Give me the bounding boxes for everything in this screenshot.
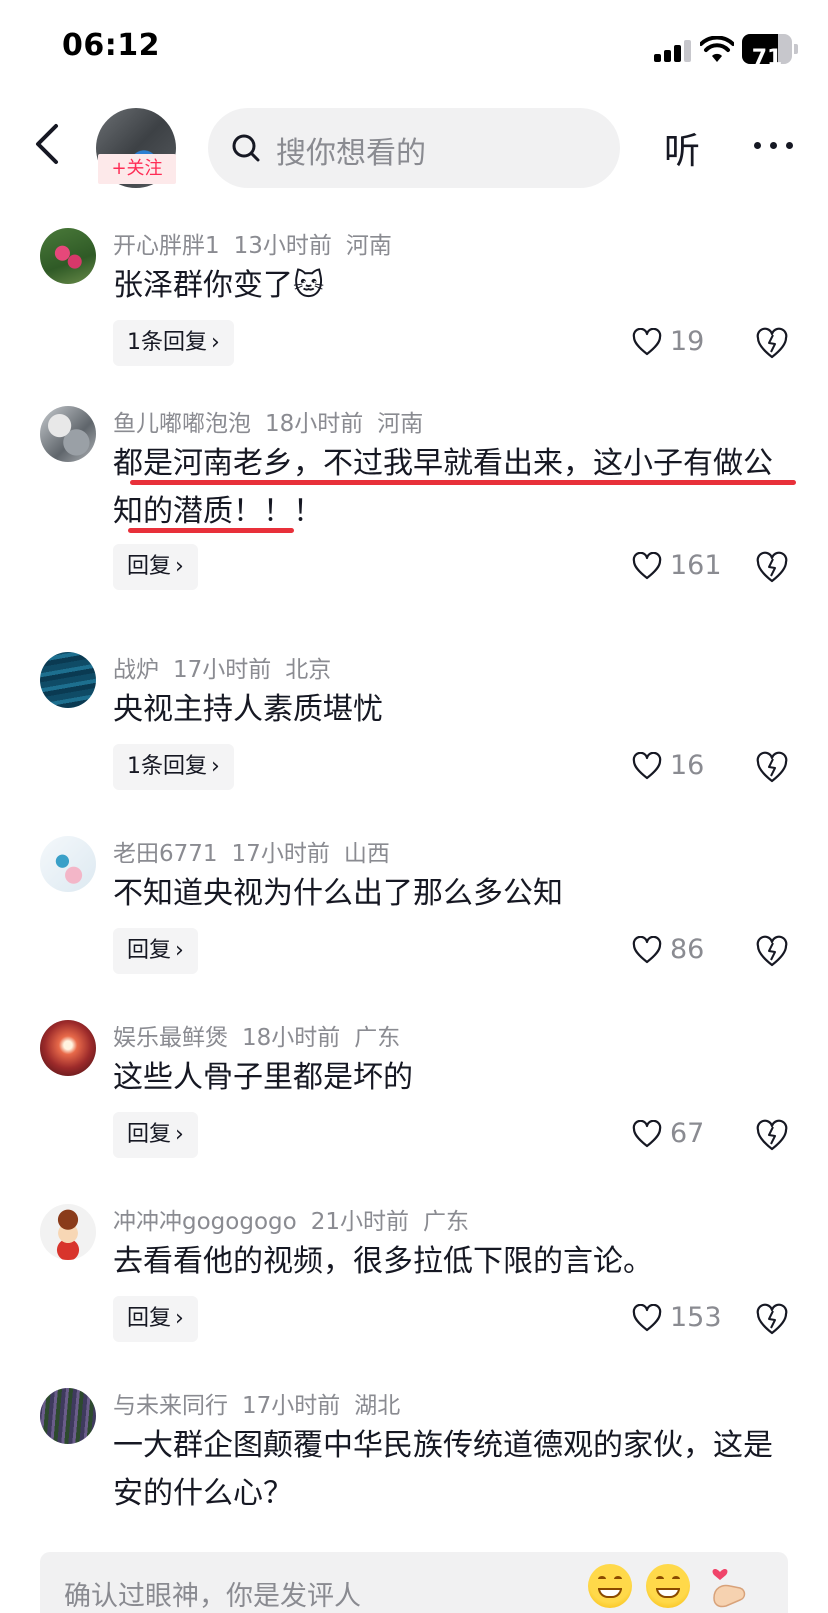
more-icon[interactable] [752, 128, 796, 164]
search-icon [232, 134, 260, 162]
user-avatar[interactable] [40, 1204, 96, 1260]
comment-time: 13小时前 [233, 233, 332, 259]
comment-text: 一大群企图颠覆中华民族传统道德观的家伙，这是安的什么心？ [113, 1428, 773, 1511]
chevron-right-icon: › [211, 754, 220, 779]
comment-location: 广东 [422, 1209, 469, 1235]
reply-label: 回复 [127, 1122, 172, 1147]
reply-button[interactable]: 回复 › [113, 1112, 198, 1158]
comment-text: 都是河南老乡，不过我早就看出来，这小子有做公知的潜质！！！ [113, 446, 773, 529]
comment-meta: 与未来同行 17小时前 湖北 [113, 1386, 414, 1420]
comment-text: 去看看他的视频，很多拉低下限的言论。 [113, 1244, 653, 1279]
like-count: 86 [670, 934, 705, 965]
comment-time: 17小时前 [173, 657, 272, 683]
comment-location: 河南 [377, 411, 424, 437]
wifi-icon [700, 36, 734, 62]
search-placeholder: 搜你想看的 [276, 136, 426, 171]
reply-button[interactable]: 1条回复 › [113, 320, 234, 366]
reply-button[interactable]: 回复 › [113, 1296, 198, 1342]
top-bar: +关注 搜你想看的 听 [0, 100, 828, 196]
battery-icon: 71 [742, 34, 798, 71]
red-underline [128, 528, 294, 533]
comment-username[interactable]: 鱼儿嘟嘟泡泡 [113, 411, 251, 437]
comment-meta: 战炉 17小时前 北京 [113, 650, 345, 684]
chevron-right-icon: › [211, 330, 220, 355]
reply-button[interactable]: 1条回复 › [113, 744, 234, 790]
comment-time: 17小时前 [231, 841, 330, 867]
chevron-right-icon: › [175, 1122, 184, 1147]
comment-username[interactable]: 开心胖胖1 [113, 233, 220, 259]
comment-time: 18小时前 [242, 1025, 341, 1051]
reply-label: 回复 [127, 938, 172, 963]
status-time: 06:12 [62, 28, 160, 63]
comment-meta: 冲冲冲gogogogo 21小时前 广东 [113, 1202, 483, 1236]
cellular-signal-icon [654, 40, 692, 62]
user-avatar[interactable] [40, 652, 96, 708]
like-count: 19 [670, 326, 705, 357]
comment-location: 河南 [345, 233, 392, 259]
comment-username[interactable]: 娱乐最鲜煲 [113, 1025, 228, 1051]
user-avatar[interactable] [40, 836, 96, 892]
status-bar: 06:12 71 [0, 0, 828, 96]
like-count: 16 [670, 750, 705, 781]
listen-button[interactable]: 听 [664, 122, 700, 174]
chevron-right-icon: › [175, 938, 184, 963]
user-avatar[interactable] [40, 1388, 96, 1444]
chevron-right-icon: › [175, 1306, 184, 1331]
comment-text: 张泽群你变了🐱 [113, 268, 325, 303]
red-underline [130, 480, 796, 485]
comment-time: 21小时前 [310, 1209, 409, 1235]
comment-username[interactable]: 冲冲冲gogogogo [113, 1209, 297, 1235]
reply-label: 1条回复 [127, 330, 207, 355]
heart-icon [632, 328, 662, 356]
comment-location: 湖北 [354, 1393, 401, 1419]
comment-meta: 开心胖胖1 13小时前 河南 [113, 226, 406, 260]
comment-username[interactable]: 战炉 [113, 657, 159, 683]
user-avatar[interactable] [40, 1020, 96, 1076]
comment-meta: 老田6771 17小时前 山西 [113, 834, 404, 868]
dislike-icon[interactable] [755, 1118, 789, 1152]
heart-icon [632, 552, 662, 580]
reply-label: 回复 [127, 1306, 172, 1331]
comment-meta: 鱼儿嘟嘟泡泡 18小时前 河南 [113, 404, 437, 438]
comment-username[interactable]: 老田6771 [113, 841, 218, 867]
reply-label: 回复 [127, 554, 172, 579]
heart-icon [632, 1304, 662, 1332]
comment-location: 山西 [343, 841, 390, 867]
grin-emoji-icon[interactable] [588, 1564, 632, 1608]
chevron-right-icon: › [175, 554, 184, 579]
comment-text: 这些人骨子里都是坏的 [113, 1060, 413, 1095]
comment-text: 不知道央视为什么出了那么多公知 [113, 876, 563, 911]
comment-input-placeholder: 确认过眼神，你是发评人 [64, 1581, 361, 1612]
heart-icon [632, 936, 662, 964]
laugh-emoji-icon[interactable] [646, 1564, 690, 1608]
comment-location: 北京 [285, 657, 332, 683]
dislike-icon[interactable] [755, 326, 789, 360]
comment-time: 17小时前 [242, 1393, 341, 1419]
dislike-icon[interactable] [755, 750, 789, 784]
comment-text: 央视主持人素质堪忧 [113, 692, 383, 727]
dislike-icon[interactable] [755, 1302, 789, 1336]
battery-level: 71 [751, 46, 783, 71]
like-count: 67 [670, 1118, 705, 1149]
comment-time: 18小时前 [265, 411, 364, 437]
comment-location: 广东 [354, 1025, 401, 1051]
like-count: 161 [670, 550, 722, 581]
follow-button[interactable]: +关注 [98, 154, 176, 184]
search-input[interactable]: 搜你想看的 [208, 108, 620, 188]
reply-label: 1条回复 [127, 754, 207, 779]
heart-icon [632, 752, 662, 780]
user-avatar[interactable] [40, 228, 96, 284]
user-avatar[interactable] [40, 406, 96, 462]
comment-username[interactable]: 与未来同行 [113, 1393, 228, 1419]
dislike-icon[interactable] [755, 550, 789, 584]
comment-input[interactable]: 确认过眼神，你是发评人 [40, 1552, 788, 1613]
back-icon[interactable] [28, 120, 68, 168]
like-count: 153 [670, 1302, 722, 1333]
finger-heart-icon[interactable] [706, 1558, 750, 1613]
reply-button[interactable]: 回复 › [113, 928, 198, 974]
comment-meta: 娱乐最鲜煲 18小时前 广东 [113, 1018, 414, 1052]
dislike-icon[interactable] [755, 934, 789, 968]
heart-icon [632, 1120, 662, 1148]
reply-button[interactable]: 回复 › [113, 544, 198, 590]
